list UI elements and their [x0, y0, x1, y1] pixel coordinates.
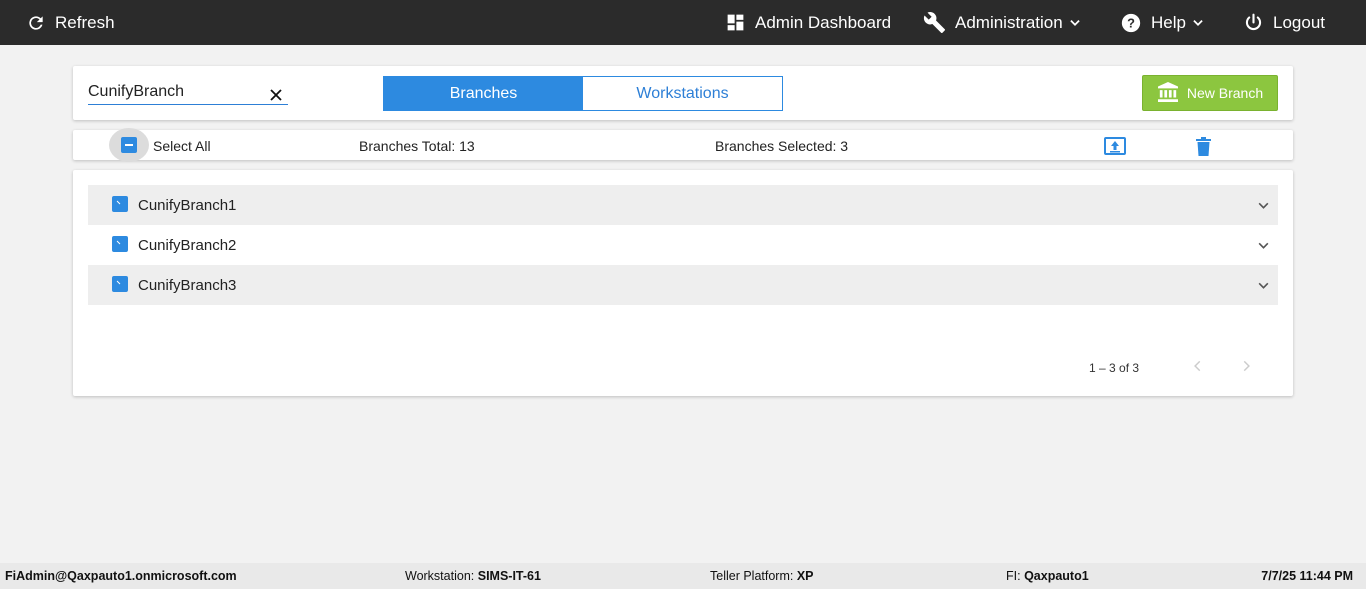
tab-branches[interactable]: Branches: [384, 77, 583, 110]
new-branch-label: New Branch: [1186, 85, 1264, 101]
teller-platform-value: XP: [796, 569, 814, 583]
delete-icon[interactable]: [1196, 137, 1211, 159]
list-item[interactable]: CunifyBranch3: [88, 265, 1278, 305]
fi-label: FI:: [1006, 569, 1021, 583]
new-branch-button[interactable]: New Branch: [1142, 75, 1278, 111]
list-item[interactable]: CunifyBranch1: [88, 185, 1278, 225]
fi-value: Qaxpauto1: [1024, 569, 1089, 583]
administration-menu[interactable]: Administration: [923, 0, 1082, 45]
list-item[interactable]: CunifyBranch2: [88, 225, 1278, 265]
chevron-left-icon[interactable]: [1191, 359, 1205, 378]
teller-platform-label: Teller Platform:: [710, 569, 794, 583]
help-circle-icon: ?: [1120, 12, 1142, 34]
datetime: 7/7/25 11:44 PM: [1261, 569, 1353, 583]
admin-dashboard-label: Admin Dashboard: [755, 12, 892, 32]
search-field: [88, 82, 288, 105]
administration-label: Administration: [955, 12, 1063, 32]
checkbox[interactable]: [112, 196, 128, 212]
logout-label: Logout: [1273, 12, 1325, 32]
dashboard-icon: [725, 12, 746, 33]
branch-name: CunifyBranch3: [138, 276, 237, 294]
branch-name: CunifyBranch2: [138, 236, 237, 254]
chevron-down-icon: [1191, 16, 1205, 30]
checkbox[interactable]: [112, 276, 128, 292]
top-navigation-bar: Refresh Admin Dashboard Administration ?…: [0, 0, 1366, 45]
help-label: Help: [1151, 12, 1186, 32]
checkbox[interactable]: [112, 236, 128, 252]
branches-header-card: Branches Workstations New Branch: [73, 66, 1293, 120]
user-email: FiAdmin@Qaxpauto1.onmicrosoft.com: [5, 569, 237, 583]
branches-total: Branches Total: 13: [359, 138, 475, 154]
pagination-range: 1 – 3 of 3: [1089, 361, 1140, 375]
workstation-label: Workstation:: [405, 569, 475, 583]
power-icon: [1243, 12, 1264, 33]
chevron-right-icon[interactable]: [1239, 359, 1253, 378]
svg-text:?: ?: [1127, 15, 1135, 30]
branches-list-card: CunifyBranch1 CunifyBranch2 CunifyBranch…: [73, 170, 1293, 396]
teller-platform-info: Teller Platform: XP: [710, 569, 814, 583]
chevron-down-icon: [1068, 16, 1082, 30]
workstation-info: Workstation: SIMS-IT-61: [405, 569, 541, 583]
refresh-icon: [26, 13, 46, 33]
selection-toolbar: Select All Branches Total: 13 Branches S…: [73, 128, 1293, 162]
admin-dashboard-link[interactable]: Admin Dashboard: [725, 0, 891, 45]
view-tabs: Branches Workstations: [383, 76, 783, 111]
chevron-down-icon[interactable]: [1257, 279, 1270, 297]
help-menu[interactable]: ? Help: [1120, 0, 1205, 45]
fi-info: FI: Qaxpauto1: [1006, 569, 1089, 583]
select-all-checkbox[interactable]: [109, 128, 149, 162]
upload-icon[interactable]: [1104, 137, 1126, 158]
indeterminate-checkbox-icon: [121, 137, 137, 153]
branches-selected: Branches Selected: 3: [715, 138, 849, 154]
wrench-icon: [923, 11, 946, 34]
chevron-down-icon[interactable]: [1257, 239, 1270, 257]
refresh-button[interactable]: Refresh: [26, 0, 115, 45]
logout-button[interactable]: Logout: [1243, 0, 1325, 45]
refresh-label: Refresh: [55, 12, 115, 32]
select-all-label: Select All: [153, 138, 211, 154]
search-input[interactable]: [88, 82, 258, 102]
branch-name: CunifyBranch1: [138, 196, 237, 214]
workstation-value: SIMS-IT-61: [477, 569, 541, 583]
bank-icon: [1157, 81, 1179, 105]
close-icon[interactable]: [270, 88, 282, 106]
chevron-down-icon[interactable]: [1257, 199, 1270, 217]
status-footer: FiAdmin@Qaxpauto1.onmicrosoft.com Workst…: [0, 563, 1366, 589]
tab-workstations[interactable]: Workstations: [583, 77, 782, 110]
